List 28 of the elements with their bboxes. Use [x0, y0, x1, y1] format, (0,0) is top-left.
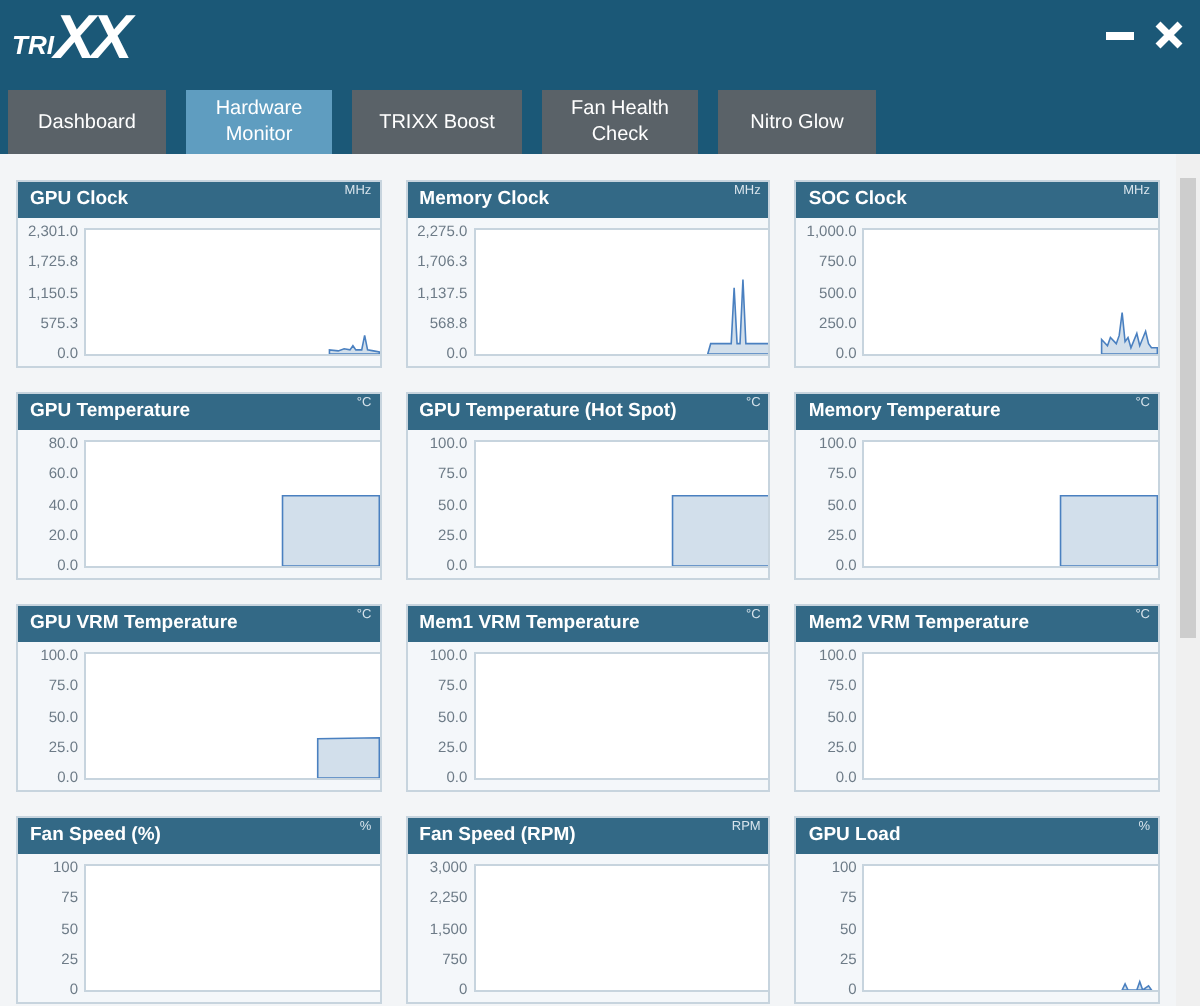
card-title: SOC Clock	[808, 186, 907, 214]
graph-trace	[1101, 311, 1158, 355]
graph-trace	[1121, 979, 1154, 992]
graph-trace	[328, 334, 380, 355]
card-title: Memory Clock	[419, 186, 550, 214]
card-title: Memory Temperature	[808, 398, 1001, 426]
tab[interactable]: Dashboard	[8, 90, 166, 154]
scrollbar[interactable]	[1176, 154, 1200, 1006]
card-title: Mem1 VRM Temperature	[419, 610, 640, 638]
card-title: Mem2 VRM Temperature	[808, 610, 1029, 638]
graph-trace	[671, 494, 769, 567]
logo: TRIXX	[12, 8, 129, 68]
card-title: GPU Clock	[30, 186, 129, 214]
tab[interactable]: Nitro Glow	[718, 90, 876, 154]
graph-trace	[706, 278, 769, 355]
card-title: Fan Speed (RPM)	[419, 822, 576, 850]
graph-trace	[316, 736, 380, 779]
close-icon[interactable]	[1154, 20, 1184, 50]
graph-trace	[1060, 494, 1158, 567]
graph-trace	[281, 494, 380, 567]
card-title: GPU Load	[808, 822, 901, 850]
card-title: GPU VRM Temperature	[30, 610, 238, 638]
card-title: GPU Temperature (Hot Spot)	[419, 398, 677, 426]
tab[interactable]: TRIXX Boost	[352, 90, 522, 154]
tab[interactable]: Fan Health Check	[542, 90, 698, 154]
minimize-icon[interactable]	[1106, 29, 1134, 41]
card-title: GPU Temperature	[30, 398, 191, 426]
card-title: Fan Speed (%)	[30, 822, 161, 850]
